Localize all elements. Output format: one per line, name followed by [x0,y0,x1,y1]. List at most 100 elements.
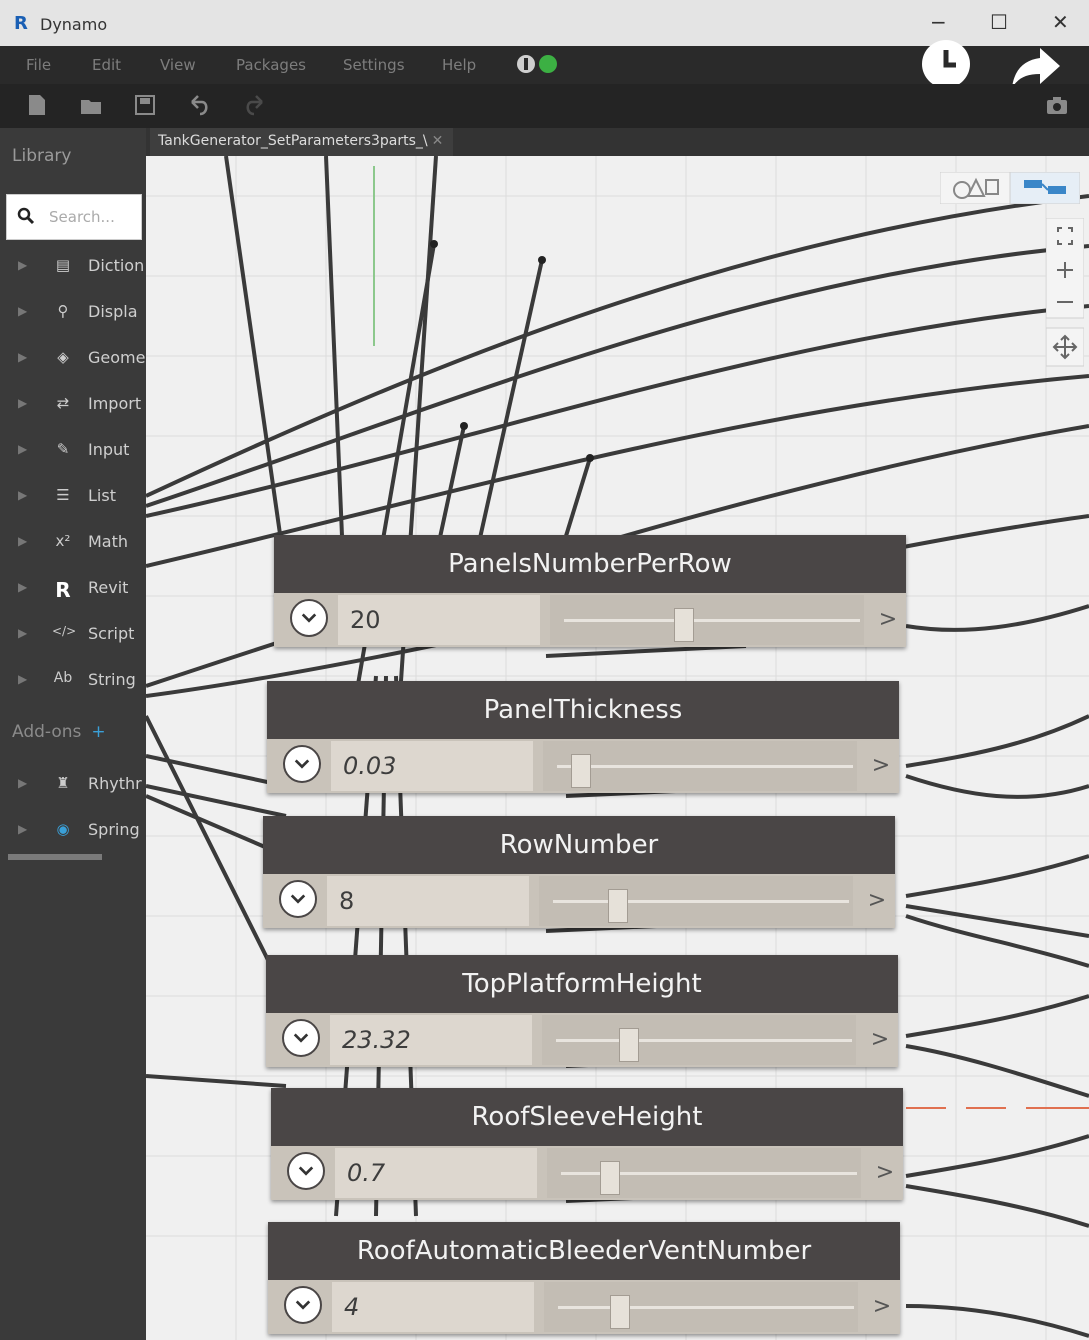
zoom-controls[interactable] [1046,218,1084,374]
slider-control[interactable] [543,741,857,791]
library-item-dictionary[interactable]: ▶ ▤ Diction [0,244,146,290]
expand-arrow-icon[interactable]: ▶ [18,672,27,686]
chevron-down-icon[interactable] [279,880,317,918]
close-button[interactable]: ✕ [1052,10,1069,34]
open-file-icon[interactable] [80,94,102,116]
save-icon[interactable] [134,94,156,116]
slider-node-topplatformheight[interactable]: TopPlatformHeight 23.32 > [266,955,898,1067]
expand-arrow-icon[interactable]: ▶ [18,442,27,456]
expand-arrow-icon[interactable]: ▶ [18,534,27,548]
library-item-input[interactable]: ▶ ✎ Input [0,428,146,474]
tab-close-icon[interactable]: ✕ [432,133,444,149]
chevron-down-icon[interactable] [284,1286,322,1324]
slider-node-panelthickness[interactable]: PanelThickness 0.03 > [267,681,899,793]
addons-section: Add-ons + [12,722,106,742]
slider-value-field[interactable]: 20 [338,595,540,645]
menu-packages[interactable]: Packages [236,56,306,74]
slider-thumb[interactable] [619,1028,640,1062]
slider-control[interactable] [547,1148,861,1198]
expand-arrow-icon[interactable]: ▶ [18,580,27,594]
chevron-down-icon[interactable] [290,599,328,637]
add-icon[interactable]: + [91,722,105,742]
maximize-button[interactable]: ☐ [990,10,1008,34]
node-title: RoofAutomaticBleederVentNumber [268,1222,900,1280]
output-port-button[interactable]: > [859,876,895,926]
library-item-display[interactable]: ▶ ⚲ Displa [0,290,146,336]
run-status-icon[interactable] [516,53,560,75]
output-port-button[interactable]: > [864,1282,900,1332]
list-icon: ☰ [56,486,70,504]
library-item-label: Script [88,624,135,643]
expand-arrow-icon[interactable]: ▶ [18,304,27,318]
arrows-icon: ⇄ [56,394,70,412]
library-item-label: List [88,486,116,505]
slider-node-roofsleeveheight[interactable]: RoofSleeveHeight 0.7 > [271,1088,903,1200]
library-item-label: Geome [88,348,146,367]
slider-node-panelsnumberperrow[interactable]: PanelsNumberPerRow 20 > [274,535,906,647]
library-item-script[interactable]: ▶ </> Script [0,612,146,658]
library-item-geometry[interactable]: ▶ ◈ Geome [0,336,146,382]
slider-node-roofautomaticbleederventnumber[interactable]: RoofAutomaticBleederVentNumber 4 > [268,1222,900,1334]
expand-arrow-icon[interactable]: ▶ [18,626,27,640]
library-search-input[interactable] [47,203,141,231]
library-item-math[interactable]: ▶ x² Math [0,520,146,566]
expand-arrow-icon[interactable]: ▶ [18,488,27,502]
slider-value-field[interactable]: 4 [332,1282,534,1332]
menu-settings[interactable]: Settings [343,56,405,74]
workspace-tab[interactable]: TankGenerator_SetParameters3parts_\ ✕ [150,128,454,156]
view-toggle[interactable] [940,172,1080,204]
redo-icon[interactable] [244,94,266,116]
menu-view[interactable]: View [160,56,196,74]
library-item-list[interactable]: ▶ ☰ List [0,474,146,520]
output-port-button[interactable]: > [867,1148,903,1198]
library-scrollbar[interactable] [8,854,102,860]
library-item-import[interactable]: ▶ ⇄ Import [0,382,146,428]
slider-thumb[interactable] [674,608,695,642]
slider-node-rownumber[interactable]: RowNumber 8 > [263,816,895,928]
library-search-box[interactable] [6,194,142,240]
slider-value-field[interactable]: 0.7 [335,1148,537,1198]
minimize-button[interactable]: − [930,10,947,34]
library-item-string[interactable]: ▶ Ab String [0,658,146,704]
menu-help[interactable]: Help [442,56,476,74]
slider-control[interactable] [539,876,853,926]
library-item-rhythm[interactable]: ▶ ♜ Rhythr [0,762,146,808]
rhythm-icon: ♜ [56,774,70,792]
library-item-spring[interactable]: ▶ ◉ Spring [0,808,146,854]
slider-thumb[interactable] [608,889,629,923]
camera-icon[interactable] [1046,94,1068,116]
undo-icon[interactable] [188,94,210,116]
slider-track [557,765,853,768]
output-port-button[interactable]: > [870,595,906,645]
menu-edit[interactable]: Edit [92,56,121,74]
library-item-revit[interactable]: ▶ R Revit [0,566,146,612]
node-title: RoofSleeveHeight [271,1088,903,1146]
expand-arrow-icon[interactable]: ▶ [18,258,27,272]
expand-arrow-icon[interactable]: ▶ [18,350,27,364]
new-file-icon[interactable] [26,94,48,116]
chevron-down-icon[interactable] [282,1019,320,1057]
code-icon: </> [52,624,77,638]
slider-thumb[interactable] [599,1161,620,1195]
clock-icon[interactable] [920,38,972,90]
expand-arrow-icon[interactable]: ▶ [18,396,27,410]
slider-value-field[interactable]: 0.03 [331,741,533,791]
menu-file[interactable]: File [26,56,51,74]
expand-arrow-icon[interactable]: ▶ [18,822,27,836]
slider-control[interactable] [542,1015,856,1065]
slider-thumb[interactable] [570,754,591,788]
chevron-down-icon[interactable] [287,1152,325,1190]
slider-control[interactable] [544,1282,858,1332]
slider-control[interactable] [550,595,864,645]
output-port-button[interactable]: > [862,1015,898,1065]
slider-value-field[interactable]: 8 [327,876,529,926]
cube-icon: ◈ [57,348,69,366]
slider-thumb[interactable] [610,1295,631,1329]
output-port-button[interactable]: > [863,741,899,791]
slider-value-field[interactable]: 23.32 [330,1015,532,1065]
library-item-label: Diction [88,256,145,275]
chevron-down-icon[interactable] [283,745,321,783]
expand-arrow-icon[interactable]: ▶ [18,776,27,790]
library-item-label: Displa [88,302,138,321]
slider-track [556,1039,852,1042]
